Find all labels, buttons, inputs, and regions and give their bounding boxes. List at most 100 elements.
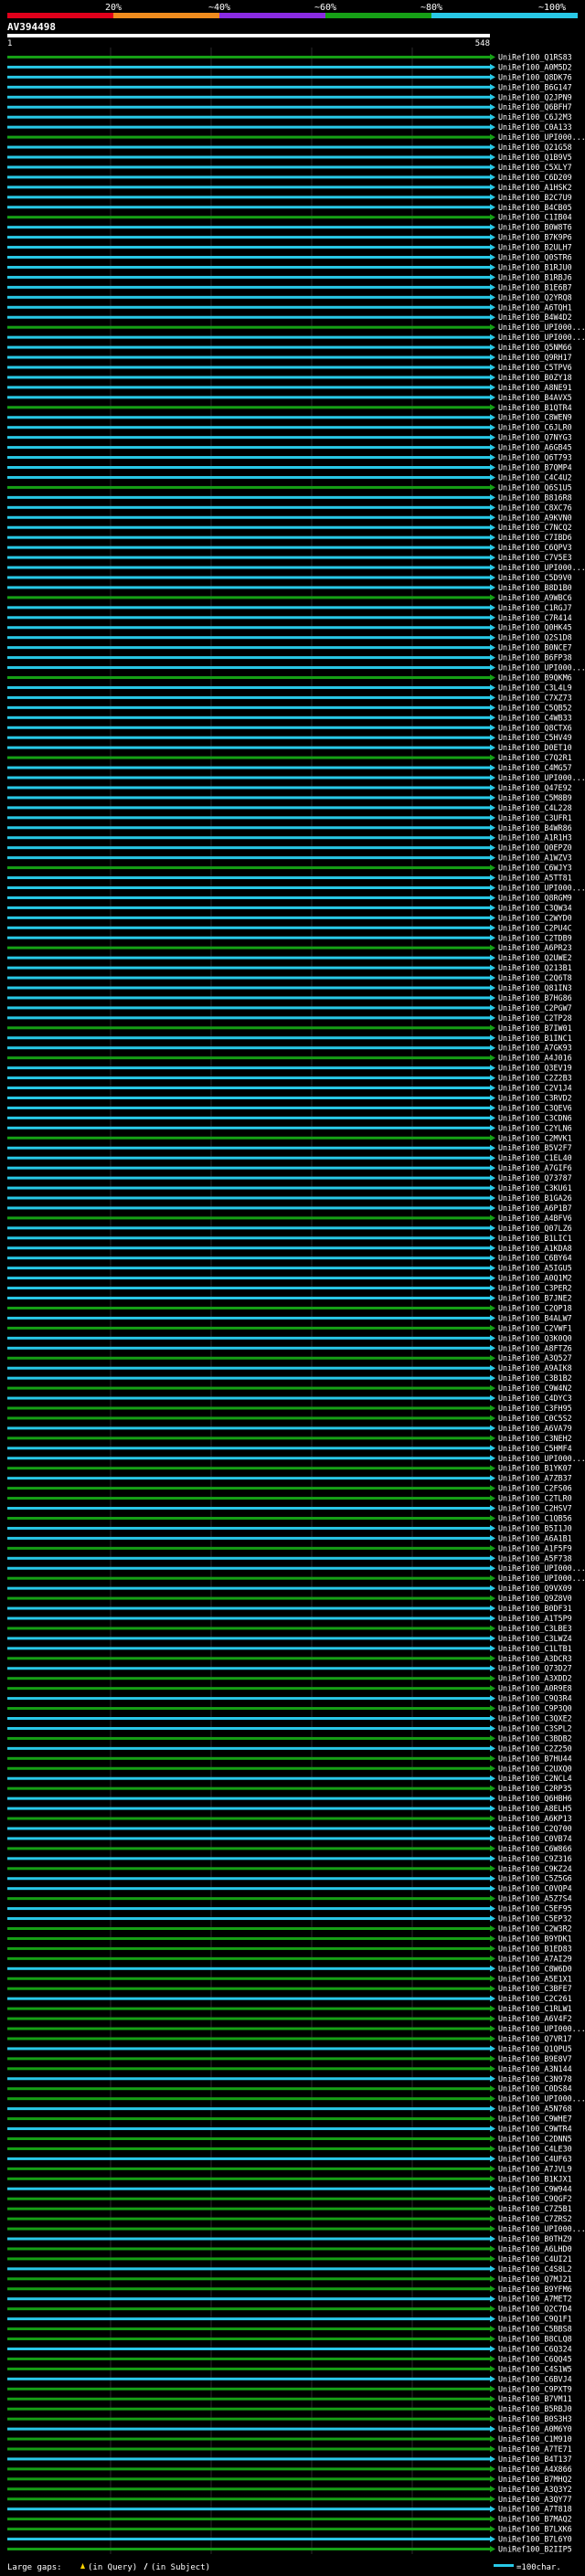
hit-subject-label[interactable]: UniRef100_UPI000... — [498, 323, 585, 332]
hit-bar[interactable] — [7, 196, 490, 199]
hit-bar[interactable] — [7, 736, 490, 739]
hit-bar[interactable] — [7, 406, 490, 409]
hit-bar[interactable] — [7, 2017, 490, 2020]
hit-bar[interactable] — [7, 1267, 490, 1270]
hit-subject-label[interactable]: UniRef100_C2DNN5 — [498, 2134, 572, 2143]
hit-bar[interactable] — [7, 2147, 490, 2150]
hit-subject-label[interactable]: UniRef100_C2HSV7 — [498, 1504, 572, 1513]
hit-bar[interactable] — [7, 515, 490, 519]
hit-bar[interactable] — [7, 1847, 490, 1850]
hit-bar[interactable] — [7, 716, 490, 719]
hit-subject-label[interactable]: UniRef100_B6FP38 — [498, 653, 572, 663]
hit-subject-label[interactable]: UniRef100_C8W6D0 — [498, 1964, 572, 1973]
hit-subject-label[interactable]: UniRef100_C3QW34 — [498, 903, 572, 912]
hit-bar[interactable] — [7, 1066, 490, 1070]
hit-subject-label[interactable]: UniRef100_B0W8T6 — [498, 223, 572, 232]
hit-subject-label[interactable]: UniRef100_Q8DK76 — [498, 72, 572, 81]
hit-subject-label[interactable]: UniRef100_UPI000... — [498, 2224, 585, 2233]
hit-subject-label[interactable]: UniRef100_C9WTR4 — [498, 2125, 572, 2134]
hit-subject-label[interactable]: UniRef100_Q7NYG3 — [498, 433, 572, 442]
hit-bar[interactable] — [7, 1106, 490, 1109]
hit-bar[interactable] — [7, 1046, 490, 1050]
hit-subject-label[interactable]: UniRef100_A5E1X1 — [498, 1974, 572, 1983]
hit-bar[interactable] — [7, 1056, 490, 1060]
hit-subject-label[interactable]: UniRef100_C2PGW7 — [498, 1003, 572, 1012]
hit-subject-label[interactable]: UniRef100_B1QTR4 — [498, 403, 572, 412]
hit-subject-label[interactable]: UniRef100_C5QB52 — [498, 703, 572, 712]
hit-bar[interactable] — [7, 2207, 490, 2210]
hit-bar[interactable] — [7, 586, 490, 589]
hit-subject-label[interactable]: UniRef100_Q2C7D4 — [498, 2305, 572, 2314]
hit-bar[interactable] — [7, 946, 490, 949]
hit-bar[interactable] — [7, 2487, 490, 2491]
hit-bar[interactable] — [7, 416, 490, 419]
hit-subject-label[interactable]: UniRef100_A3XDD2 — [498, 1674, 572, 1683]
hit-subject-label[interactable]: UniRef100_Q213B1 — [498, 963, 572, 972]
hit-bar[interactable] — [7, 2467, 490, 2471]
hit-bar[interactable] — [7, 1386, 490, 1390]
hit-bar[interactable] — [7, 2477, 490, 2481]
hit-subject-label[interactable]: UniRef100_B7K9P6 — [498, 233, 572, 242]
hit-subject-label[interactable]: UniRef100_C1M910 — [498, 2434, 572, 2443]
hit-subject-label[interactable]: UniRef100_B7VM11 — [498, 2394, 572, 2403]
hit-bar[interactable] — [7, 335, 490, 339]
hit-bar[interactable] — [7, 1196, 490, 1200]
hit-subject-label[interactable]: UniRef100_Q7MJ21 — [498, 2274, 572, 2284]
hit-bar[interactable] — [7, 2087, 490, 2091]
hit-subject-label[interactable]: UniRef100_A9AIK8 — [498, 1363, 572, 1373]
hit-bar[interactable] — [7, 1987, 490, 1990]
hit-bar[interactable] — [7, 115, 490, 119]
hit-subject-label[interactable]: UniRef100_C1EL40 — [498, 1153, 572, 1162]
hit-bar[interactable] — [7, 1617, 490, 1620]
hit-bar[interactable] — [7, 566, 490, 569]
hit-subject-label[interactable]: UniRef100_A6TQH1 — [498, 302, 572, 312]
hit-subject-label[interactable]: UniRef100_A6PR23 — [498, 943, 572, 952]
hit-subject-label[interactable]: UniRef100_C4L228 — [498, 803, 572, 812]
hit-subject-label[interactable]: UniRef100_B9YFM6 — [498, 2284, 572, 2294]
hit-bar[interactable] — [7, 1087, 490, 1090]
hit-bar[interactable] — [7, 2277, 490, 2281]
hit-subject-label[interactable]: UniRef100_A1KDA8 — [498, 1244, 572, 1253]
hit-bar[interactable] — [7, 1766, 490, 1770]
hit-subject-label[interactable]: UniRef100_B5V2F7 — [498, 1143, 572, 1152]
hit-bar[interactable] — [7, 1376, 490, 1380]
hit-bar[interactable] — [7, 1776, 490, 1780]
hit-bar[interactable] — [7, 495, 490, 499]
hit-bar[interactable] — [7, 1966, 490, 1970]
hit-bar[interactable] — [7, 1326, 490, 1330]
hit-subject-label[interactable]: UniRef100_B7QMP4 — [498, 463, 572, 472]
hit-bar[interactable] — [7, 2457, 490, 2461]
hit-subject-label[interactable]: UniRef100_C5HV49 — [498, 733, 572, 742]
hit-bar[interactable] — [7, 165, 490, 169]
hit-subject-label[interactable]: UniRef100_B9YDK1 — [498, 1934, 572, 1943]
hit-subject-label[interactable]: UniRef100_C9KZ24 — [498, 1864, 572, 1873]
hit-bar[interactable] — [7, 885, 490, 889]
hit-bar[interactable] — [7, 2447, 490, 2451]
hit-bar[interactable] — [7, 1277, 490, 1280]
hit-bar[interactable] — [7, 636, 490, 640]
hit-bar[interactable] — [7, 1877, 490, 1881]
hit-subject-label[interactable]: UniRef100_A1T5P9 — [498, 1614, 572, 1623]
hit-bar[interactable] — [7, 1316, 490, 1320]
hit-subject-label[interactable]: UniRef100_A7AI29 — [498, 1954, 572, 1963]
hit-bar[interactable] — [7, 836, 490, 840]
hit-subject-label[interactable]: UniRef100_Q6S1U5 — [498, 482, 572, 492]
hit-bar[interactable] — [7, 135, 490, 139]
hit-bar[interactable] — [7, 2548, 490, 2551]
hit-subject-label[interactable]: UniRef100_C9W944 — [498, 2184, 572, 2193]
hit-subject-label[interactable]: UniRef100_A9KVN0 — [498, 513, 572, 522]
hit-subject-label[interactable]: UniRef100_B816R8 — [498, 493, 572, 502]
hit-subject-label[interactable]: UniRef100_UPI000... — [498, 2024, 585, 2033]
hit-subject-label[interactable]: UniRef100_C1QB56 — [498, 1513, 572, 1522]
hit-subject-label[interactable]: UniRef100_B8CLQ8 — [498, 2335, 572, 2344]
hit-bar[interactable] — [7, 896, 490, 899]
hit-subject-label[interactable]: UniRef100_B7HG86 — [498, 993, 572, 1002]
hit-subject-label[interactable]: UniRef100_C0DS84 — [498, 2084, 572, 2094]
hit-bar[interactable] — [7, 666, 490, 670]
hit-bar[interactable] — [7, 1256, 490, 1260]
hit-subject-label[interactable]: UniRef100_C3BFE7 — [498, 1984, 572, 1993]
hit-bar[interactable] — [7, 2397, 490, 2401]
hit-bar[interactable] — [7, 2327, 490, 2331]
hit-bar[interactable] — [7, 75, 490, 79]
hit-bar[interactable] — [7, 1756, 490, 1760]
